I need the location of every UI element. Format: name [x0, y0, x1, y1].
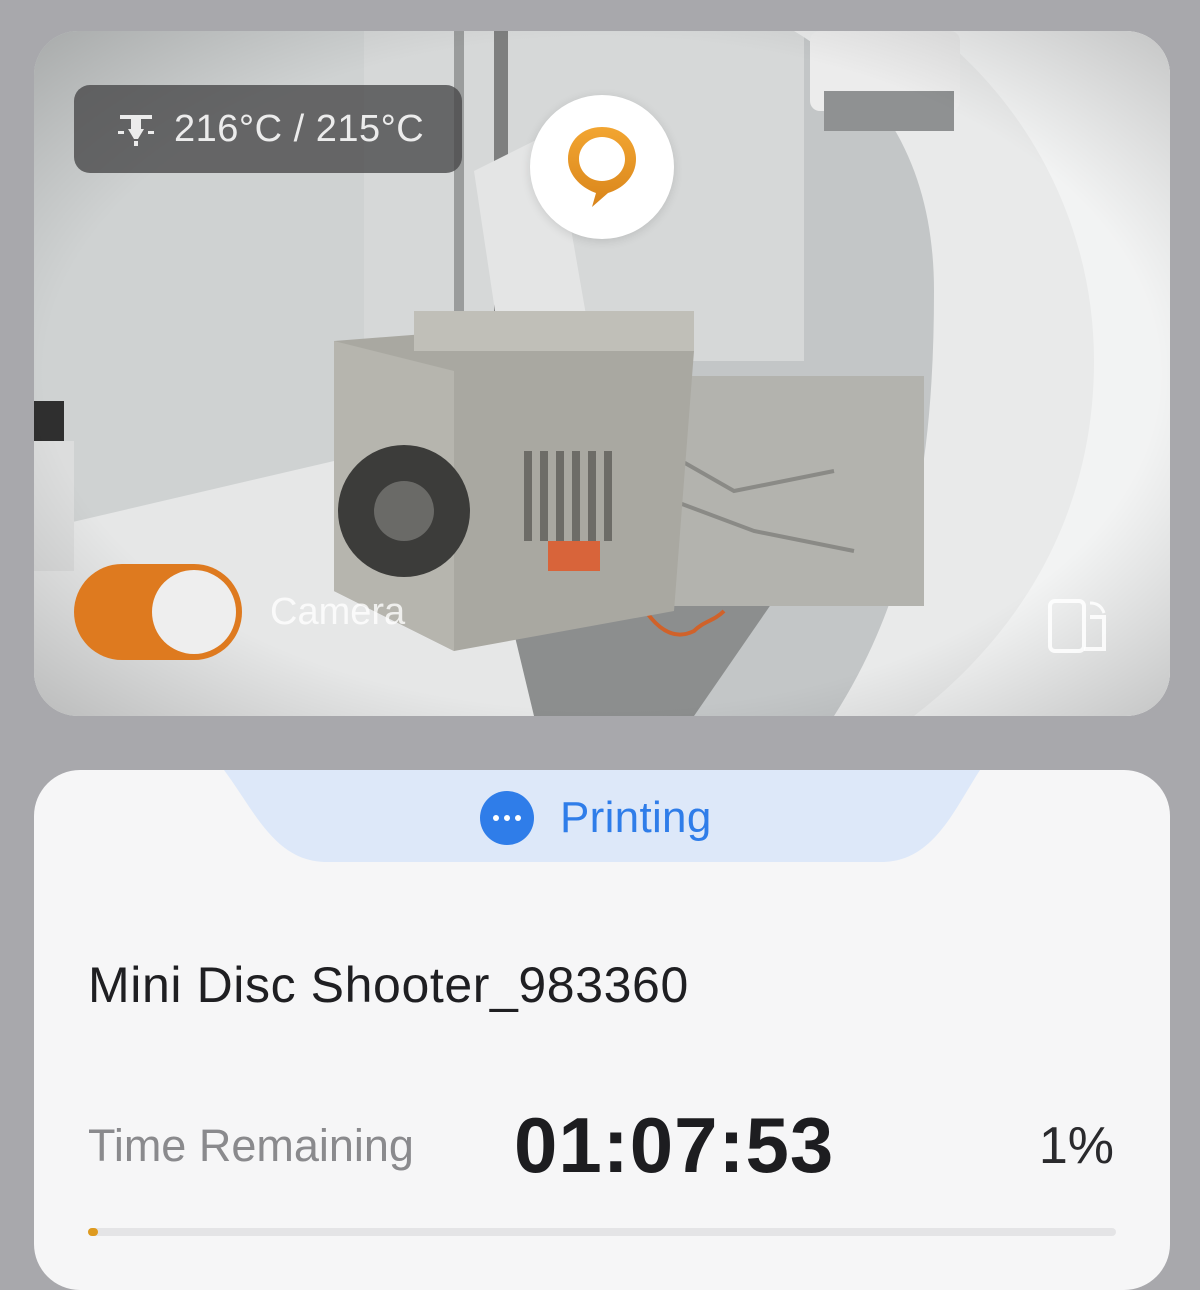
temperature-text: 216°C / 215°C	[174, 107, 425, 150]
camera-toggle[interactable]	[74, 564, 242, 660]
rotate-screen-icon[interactable]	[1046, 597, 1110, 655]
camera-feed[interactable]: 216°C / 215°C Camera	[34, 31, 1170, 716]
locate-button[interactable]	[530, 95, 674, 239]
status-label: Printing	[560, 793, 712, 842]
more-dots-icon	[480, 791, 534, 845]
temperature-indicator: 216°C / 215°C	[74, 85, 462, 173]
print-status-card: Printing Mini Disc Shooter_983360 Time R…	[34, 770, 1170, 1290]
time-remaining-label: Time Remaining	[88, 1120, 414, 1171]
status-badge: Printing	[480, 790, 712, 846]
job-name: Mini Disc Shooter_983360	[88, 957, 689, 1013]
camera-label: Camera	[270, 591, 406, 633]
toggle-knob	[152, 570, 236, 654]
location-pin-icon	[568, 127, 636, 207]
nozzle-icon	[118, 115, 154, 146]
time-remaining-value: 01:07:53	[514, 1101, 835, 1189]
progress-percent: 1%	[1038, 1117, 1114, 1175]
